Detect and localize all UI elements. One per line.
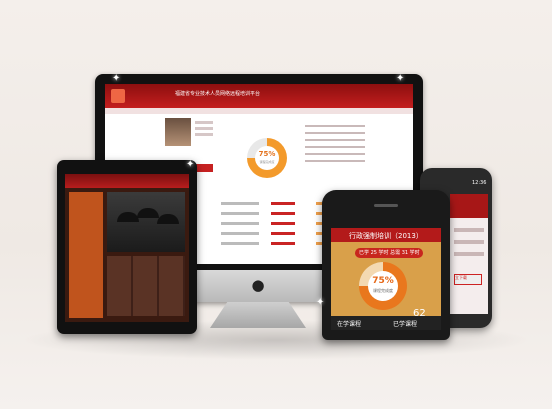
umbrella-icon xyxy=(137,208,159,218)
thumbnail-grid xyxy=(107,256,185,316)
speaker xyxy=(374,204,398,207)
imac-stand xyxy=(210,302,306,328)
avatar xyxy=(165,118,191,146)
sparkle-icon: ✦ xyxy=(316,297,325,308)
phone-back-screen: 立下载 xyxy=(450,194,488,314)
ipad xyxy=(57,160,197,334)
sparkle-icon: ✦ xyxy=(112,73,121,84)
list-item xyxy=(454,240,484,244)
ipad-screen xyxy=(65,174,189,322)
user-info xyxy=(195,118,213,139)
apple-logo-icon: ● xyxy=(251,276,265,294)
sparkle-icon: ✦ xyxy=(186,159,195,170)
status-time: 12:36 xyxy=(472,180,487,186)
umbrella-icon xyxy=(157,214,179,224)
poster-image xyxy=(107,192,185,252)
ipad-header xyxy=(65,174,189,188)
tab-current-courses[interactable]: 在学课程 xyxy=(337,319,361,328)
phone-screen: 行政强制培训（2013） 已学 25 学时 总需 31 学时 75% 课程完成度… xyxy=(331,228,441,330)
hours-text: 已学 25 学时 总需 31 学时 xyxy=(359,250,420,256)
progress-percent: 75% xyxy=(258,150,276,158)
site-header: 福建省专业技术人员网络远程培训平台 xyxy=(105,84,413,108)
phone-progress-percent: 75% xyxy=(372,276,394,286)
list-item xyxy=(454,228,484,232)
phone-footer: 在学课程 已学课程 xyxy=(331,316,441,330)
site-logo-icon xyxy=(111,89,125,103)
hours-badge: 已学 25 学时 总需 31 学时 xyxy=(355,248,423,258)
phone-header: 行政强制培训（2013） xyxy=(331,228,441,242)
progress-label: 课程完成度 xyxy=(259,160,275,164)
site-title: 福建省专业技术人员网络远程培训平台 xyxy=(175,91,261,97)
sparkle-icon: ✦ xyxy=(396,73,405,84)
phone-progress-label: 课程完成度 xyxy=(373,288,393,293)
umbrella-icon xyxy=(117,212,139,222)
phone-back-header xyxy=(450,194,488,218)
download-button[interactable]: 立下载 xyxy=(454,274,482,285)
phone-title: 行政强制培训（2013） xyxy=(349,232,423,240)
notice-list xyxy=(305,120,365,167)
phone-progress-donut: 75% 课程完成度 xyxy=(359,262,407,310)
ipad-menu xyxy=(69,192,103,318)
phone-front: 行政强制培训（2013） 已学 25 学时 总需 31 学时 75% 课程完成度… xyxy=(322,190,450,340)
tab-finished-courses[interactable]: 已学课程 xyxy=(393,319,417,328)
site-tab-strip xyxy=(105,108,413,114)
progress-donut: 75% 课程完成度 xyxy=(247,138,287,178)
list-item xyxy=(454,252,484,256)
